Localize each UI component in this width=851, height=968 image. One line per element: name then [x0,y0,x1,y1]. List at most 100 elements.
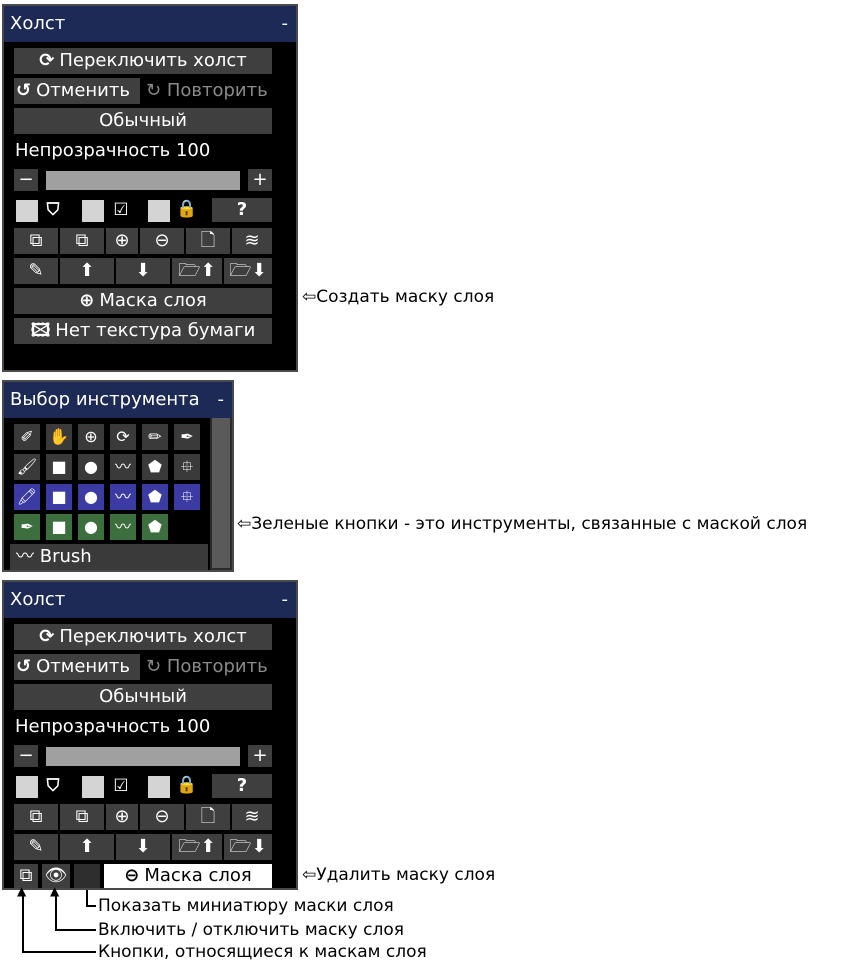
visibility-swatch[interactable] [16,200,38,222]
switch-canvas-button[interactable]: ⟳ Переключить холст [14,624,272,650]
redo-button[interactable]: ↻ Повторить [146,656,268,677]
zoom-tool[interactable]: ⊕ [78,424,104,450]
fill-tool[interactable]: ⯐ [174,454,200,480]
export-button[interactable]: ⧉ [14,804,58,830]
ellipse-tool[interactable]: ● [78,454,104,480]
opacity-slider[interactable] [46,747,240,766]
image-icon: 🖾 [30,320,51,341]
opacity-minus-button[interactable]: − [14,745,38,767]
remove-layer-button[interactable]: ⊖ [140,228,184,254]
layer-mask-button[interactable]: ⊕ Маска слоя [14,288,272,314]
pen-tool[interactable]: ✒ [174,424,200,450]
undo-button[interactable]: ↺ Отменить [14,78,140,104]
brush-tool[interactable]: 🖌 [14,454,40,480]
folder-down-icon: 🗁⬇ [229,260,267,281]
export-button[interactable]: ⧉ [14,228,58,254]
polygon-tool[interactable]: ⬟ [142,454,168,480]
polygon-icon: ⬟ [148,487,162,506]
scrollbar-thumb[interactable] [212,418,230,568]
clip-swatch[interactable] [82,776,104,798]
square-icon: ■ [51,517,67,536]
polygon-icon: ⬟ [148,517,162,536]
external-link-icon: ⧉ [29,230,43,251]
add-layer-button[interactable]: ⊕ [106,228,138,254]
hand-tool[interactable]: ✋ [46,424,72,450]
plus-circle-icon: ⊕ [114,230,130,251]
undo-button[interactable]: ↺ Отменить [14,654,140,680]
collapse-button[interactable]: - [218,382,225,418]
layers-button[interactable]: ≋ [232,228,272,254]
hand-icon: ✋ [49,427,69,446]
opacity-slider[interactable] [46,171,240,190]
help-button[interactable]: ? [212,774,272,798]
redo-button[interactable]: ↻ Повторить [146,80,268,101]
mask-thumbnail[interactable] [74,864,100,888]
add-layer-button[interactable]: ⊕ [106,804,138,830]
move-up-button[interactable]: ⬆ [60,258,114,284]
tool-select-panel: Выбор инструмента - ✐ ✋ ⊕ ⟳ ✏ ✒ 🖌 ■ ● 〰 … [2,380,234,572]
mask-ellipse-tool[interactable]: ● [78,514,104,540]
lock-icon[interactable]: 🔒 [176,199,198,219]
export-layer-button[interactable]: ⧉ [60,228,104,254]
arrow-up-circle-icon: ⬆ [79,836,95,857]
remove-layer-button[interactable]: ⊖ [140,804,184,830]
freehand-tool[interactable]: 〰 [110,454,136,480]
opacity-label: Непрозрачность 100 [15,140,211,161]
blend-mode-button[interactable]: Обычный [14,108,272,134]
pencil-tool[interactable]: ✏ [142,424,168,450]
checkbox-icon[interactable]: ☑ [110,776,132,796]
rect-tool[interactable]: ■ [46,454,72,480]
current-tool-bar[interactable]: 〰 Brush [10,544,208,570]
tool-select-titlebar[interactable]: Выбор инструмента - [4,382,232,418]
mask-pen-tool[interactable]: ✒ [14,514,40,540]
blend-mode-button[interactable]: Обычный [14,684,272,710]
clip-swatch[interactable] [82,200,104,222]
edit-layer-button[interactable]: ✎ [14,258,58,284]
lock-swatch[interactable] [148,776,170,798]
lock-icon[interactable]: 🔒 [176,775,198,795]
shield-icon[interactable]: ⛉ [42,200,64,220]
canvas-panel-titlebar[interactable]: Холст - [4,582,296,618]
opacity-plus-button[interactable]: + [248,169,272,191]
move-up-button[interactable]: ⬆ [60,834,114,860]
pointer-line-thumbnail-h [86,905,96,907]
mask-polygon-tool[interactable]: ⬟ [142,514,168,540]
opacity-plus-button[interactable]: + [248,745,272,767]
mask-freehand-tool[interactable]: 〰 [110,514,136,540]
shield-icon[interactable]: ⛉ [42,776,64,796]
eraser-ellipse-tool[interactable]: ● [78,484,104,510]
eraser-fill-tool[interactable]: ⯐ [174,484,200,510]
move-down-button[interactable]: ⬇ [116,834,170,860]
collapse-button[interactable]: - [282,582,289,618]
lock-swatch[interactable] [148,200,170,222]
folder-up-button[interactable]: 🗁⬆ [172,834,222,860]
mask-rect-tool[interactable]: ■ [46,514,72,540]
pointer-line-toggle-h [55,929,96,931]
eraser-rect-tool[interactable]: ■ [46,484,72,510]
delete-mask-button[interactable]: ⊖ Маска слоя [104,864,272,888]
eraser-polygon-tool[interactable]: ⬟ [142,484,168,510]
eraser-freehand-tool[interactable]: 〰 [110,484,136,510]
folder-up-button[interactable]: 🗁⬆ [172,258,222,284]
switch-canvas-button[interactable]: ⟳ Переключить холст [14,48,272,74]
export-layer-button[interactable]: ⧉ [60,804,104,830]
checkbox-icon[interactable]: ☑ [110,200,132,220]
help-button[interactable]: ? [212,198,272,222]
collapse-button[interactable]: - [282,6,289,42]
move-down-button[interactable]: ⬇ [116,258,170,284]
eraser-brush-tool[interactable]: 🖍 [14,484,40,510]
rotate-tool[interactable]: ⟳ [110,424,136,450]
current-tool-name: Brush [39,546,92,567]
canvas-panel-titlebar[interactable]: Холст - [4,6,296,42]
opacity-minus-button[interactable]: − [14,169,38,191]
layers-button[interactable]: ≋ [232,804,272,830]
new-file-button[interactable]: 🗋 [186,228,230,254]
visibility-swatch[interactable] [16,776,38,798]
refresh-icon: ⟳ [116,427,130,446]
paper-texture-button[interactable]: 🖾 Нет текстура бумаги [14,318,272,344]
eyedropper-tool[interactable]: ✐ [14,424,40,450]
folder-down-button[interactable]: 🗁⬇ [224,258,272,284]
new-file-button[interactable]: 🗋 [186,804,230,830]
folder-down-button[interactable]: 🗁⬇ [224,834,272,860]
edit-layer-button[interactable]: ✎ [14,834,58,860]
